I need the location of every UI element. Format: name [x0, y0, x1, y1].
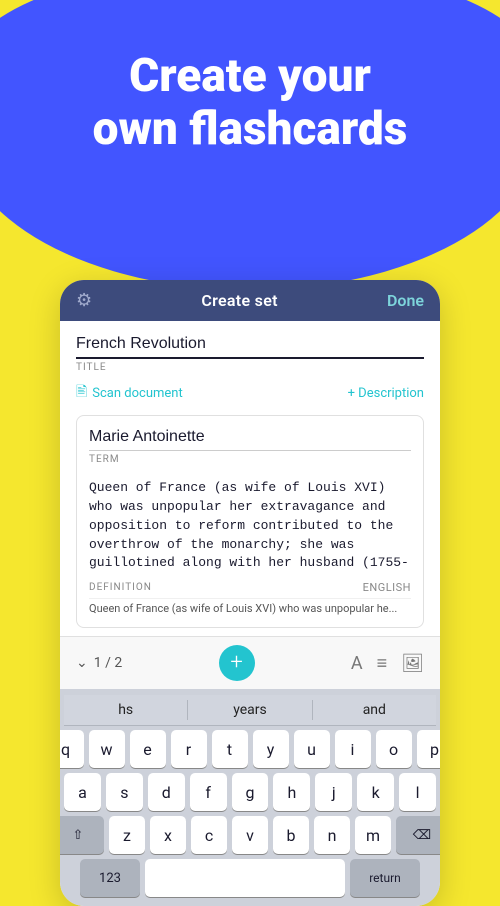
- key-b[interactable]: b: [273, 816, 309, 854]
- key-k[interactable]: k: [357, 773, 394, 811]
- card-counter: ⌄ 1 / 2: [76, 655, 122, 671]
- keyboard-row-1: q w e r t y u i o p: [64, 730, 436, 768]
- phone-screen: ⚙ Create set Done TITLE 🖹 Scan document …: [60, 280, 440, 906]
- done-button[interactable]: Done: [387, 291, 424, 310]
- gear-icon[interactable]: ⚙: [76, 290, 92, 311]
- word-suggestions-bar: hs years and: [64, 695, 436, 726]
- key-o[interactable]: o: [376, 730, 412, 768]
- key-f[interactable]: f: [190, 773, 227, 811]
- key-s[interactable]: s: [106, 773, 143, 811]
- title-input[interactable]: [76, 335, 424, 359]
- key-l[interactable]: l: [399, 773, 436, 811]
- list-format-icon[interactable]: ≡: [377, 653, 388, 674]
- key-i[interactable]: i: [335, 730, 371, 768]
- key-d[interactable]: d: [148, 773, 185, 811]
- key-shift[interactable]: ⇧: [60, 816, 104, 854]
- key-j[interactable]: j: [315, 773, 352, 811]
- main-content: TITLE 🖹 Scan document + Description TERM…: [60, 321, 440, 628]
- bottom-toolbar: ⌄ 1 / 2 + A ≡ 🖼: [60, 636, 440, 689]
- language-label: ENGLISH: [363, 581, 411, 594]
- key-p[interactable]: p: [417, 730, 441, 768]
- chevron-down-icon[interactable]: ⌄: [76, 655, 88, 671]
- title-label: TITLE: [76, 362, 424, 373]
- key-r[interactable]: r: [171, 730, 207, 768]
- key-space[interactable]: [145, 859, 345, 897]
- keyboard-row-4: 123 return: [64, 859, 436, 897]
- keyboard: hs years and q w e r t y u i o p a s: [60, 689, 440, 906]
- term-input[interactable]: [89, 428, 411, 451]
- flashcard-editor: TERM Queen of France (as wife of Louis X…: [76, 415, 424, 628]
- create-set-title: Create set: [201, 291, 277, 310]
- key-z[interactable]: z: [109, 816, 145, 854]
- key-t[interactable]: t: [212, 730, 248, 768]
- key-u[interactable]: u: [294, 730, 330, 768]
- key-e[interactable]: e: [130, 730, 166, 768]
- key-w[interactable]: w: [89, 730, 125, 768]
- key-x[interactable]: x: [150, 816, 186, 854]
- keyboard-row-2: a s d f g h j k l: [64, 773, 436, 811]
- text-format-icon[interactable]: A: [351, 653, 363, 674]
- definition-input[interactable]: Queen of France (as wife of Louis XVI) w…: [89, 479, 411, 573]
- definition-label: DEFINITION: [89, 582, 152, 593]
- definition-preview: Queen of France (as wife of Louis XVI) w…: [89, 598, 411, 621]
- scan-row: 🖹 Scan document + Description: [76, 381, 424, 405]
- keyboard-row-3: ⇧ z x c v b n m ⌫: [64, 816, 436, 854]
- suggestion-hs[interactable]: hs: [64, 700, 188, 720]
- key-q[interactable]: q: [60, 730, 84, 768]
- top-bar: ⚙ Create set Done: [60, 280, 440, 321]
- scan-icon: 🖹: [76, 381, 87, 405]
- term-label: TERM: [89, 454, 411, 465]
- key-return[interactable]: return: [350, 859, 420, 897]
- phone-mockup: ⚙ Create set Done TITLE 🖹 Scan document …: [60, 280, 440, 869]
- suggestion-years[interactable]: years: [188, 700, 312, 720]
- hero-text: Create your own flashcards: [0, 30, 500, 156]
- image-icon[interactable]: 🖼: [401, 653, 424, 674]
- scan-document-button[interactable]: 🖹 Scan document: [76, 381, 183, 405]
- key-m[interactable]: m: [355, 816, 391, 854]
- definition-footer: DEFINITION ENGLISH: [89, 581, 411, 594]
- key-n[interactable]: n: [314, 816, 350, 854]
- key-g[interactable]: g: [232, 773, 269, 811]
- suggestion-and[interactable]: and: [313, 700, 436, 720]
- add-card-button[interactable]: +: [219, 645, 255, 681]
- key-delete[interactable]: ⌫: [396, 816, 440, 854]
- key-a[interactable]: a: [64, 773, 101, 811]
- add-description-button[interactable]: + Description: [348, 386, 424, 401]
- key-y[interactable]: y: [253, 730, 289, 768]
- key-h[interactable]: h: [273, 773, 310, 811]
- key-c[interactable]: c: [191, 816, 227, 854]
- key-numbers[interactable]: 123: [80, 859, 140, 897]
- key-v[interactable]: v: [232, 816, 268, 854]
- toolbar-icons: A ≡ 🖼: [351, 653, 424, 674]
